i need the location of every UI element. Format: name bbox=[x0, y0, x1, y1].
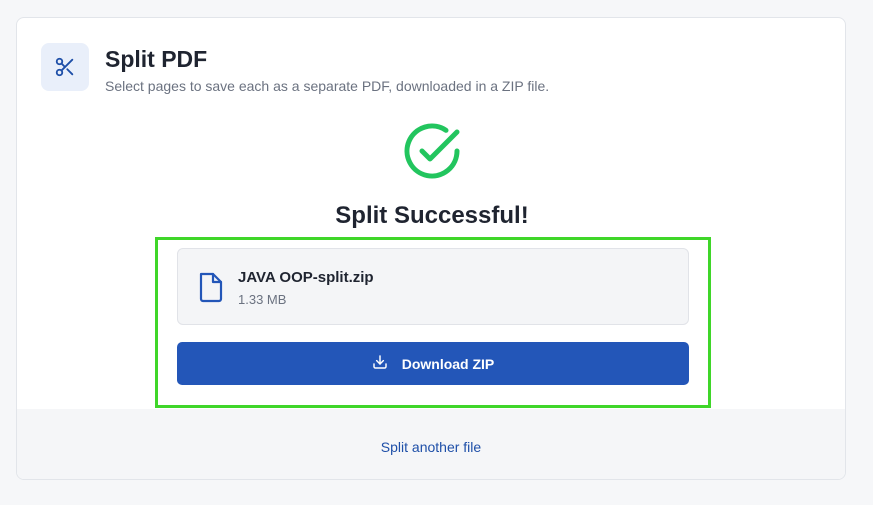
card-footer: Split another file bbox=[17, 409, 845, 479]
success-title: Split Successful! bbox=[335, 202, 529, 229]
file-size: 1.33 MB bbox=[238, 292, 287, 307]
scissors-icon bbox=[41, 43, 89, 91]
file-icon bbox=[197, 271, 225, 303]
page-title: Split PDF bbox=[105, 46, 208, 72]
download-zip-button[interactable]: Download ZIP bbox=[177, 342, 689, 385]
page-subtitle: Select pages to save each as a separate … bbox=[105, 78, 550, 94]
check-circle-icon bbox=[402, 121, 462, 181]
result-file-card: JAVA OOP-split.zip 1.33 MB bbox=[177, 248, 689, 325]
download-icon bbox=[372, 354, 388, 373]
download-button-label: Download ZIP bbox=[401, 355, 495, 372]
split-pdf-card: Split PDF Select pages to save each as a… bbox=[16, 17, 846, 480]
file-name: JAVA OOP-split.zip bbox=[238, 269, 374, 286]
split-another-file-link[interactable]: Split another file bbox=[381, 439, 481, 455]
